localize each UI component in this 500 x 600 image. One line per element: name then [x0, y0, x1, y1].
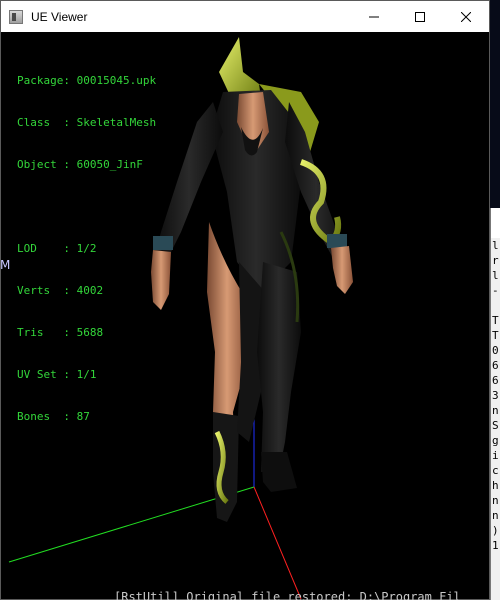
console-line: 3 [492, 389, 499, 402]
console-line: - [492, 284, 499, 297]
window-title: UE Viewer [31, 9, 88, 24]
close-button[interactable] [443, 1, 489, 32]
console-line: 6 [492, 359, 499, 372]
console-line: S [492, 419, 499, 432]
console-line: h [492, 479, 499, 492]
console-line: g [492, 434, 499, 447]
app-icon[interactable] [9, 9, 23, 24]
console-line: n [492, 494, 499, 507]
info-tris: Tris : 5688 [17, 326, 104, 339]
close-icon [461, 11, 471, 22]
minimize-icon [369, 16, 379, 17]
console-line: 1 [492, 539, 499, 552]
desktop-left-glyph: M [0, 258, 11, 272]
console-line: T [492, 329, 499, 342]
console-line: l [492, 269, 499, 282]
info-object: Object : 60050_JinF [17, 158, 143, 171]
console-line: i [492, 449, 499, 462]
console-line: r [492, 254, 499, 267]
console-line: ) [492, 524, 499, 537]
info-package: Package: 00015045.upk [17, 74, 157, 87]
console-title-bar[interactable] [491, 208, 500, 238]
console-window-partial[interactable]: lrl- T T 0 6 6 3 n Sg i c h n n) 1 [490, 208, 500, 600]
info-lod: LOD : 1/2 [17, 242, 97, 255]
minimize-button[interactable] [351, 1, 397, 32]
info-verts: Verts : 4002 [17, 284, 104, 297]
mesh-info-panel: Package: 00015045.upk Class : SkeletalMe… [17, 46, 156, 452]
console-line: 0 [492, 344, 499, 357]
info-gap [17, 200, 156, 214]
console-line: 6 [492, 374, 499, 387]
ue-viewer-window: UE Viewer Package: 00015045.upk Class: … [0, 0, 490, 600]
maximize-icon [415, 11, 425, 22]
info-uvset: UV Set : 1/1 [17, 368, 97, 381]
maximize-button[interactable] [397, 1, 443, 32]
console-line: l [492, 239, 499, 252]
console-text: lrl- T T 0 6 6 3 n Sg i c h n n) 1 [492, 238, 499, 553]
console-line: n [492, 404, 499, 417]
title-bar[interactable]: UE Viewer [1, 1, 489, 32]
console-status-line: [RstUtil] Original file restored: D:\Pro… [114, 591, 461, 600]
console-line: c [492, 464, 499, 477]
console-line: n [492, 509, 499, 522]
info-class: Class : SkeletalMesh [17, 116, 157, 129]
3d-viewport[interactable]: Package: 00015045.upk Class : SkeletalMe… [1, 32, 489, 599]
info-bones: Bones : 87 [17, 410, 90, 423]
caption-buttons [351, 1, 489, 32]
console-line: T [492, 314, 499, 327]
